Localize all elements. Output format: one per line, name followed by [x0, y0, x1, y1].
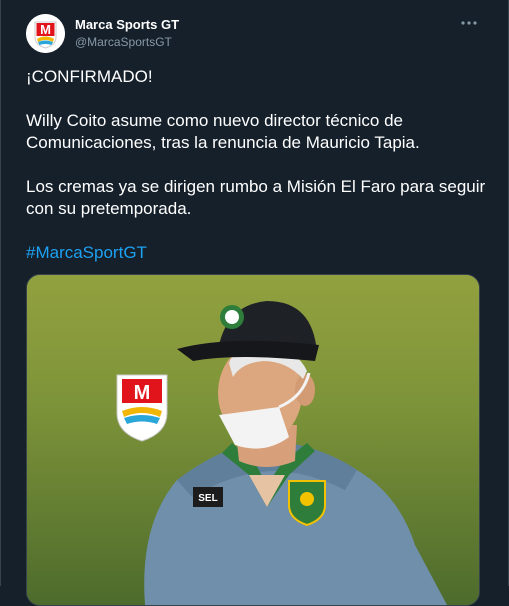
tweet-paragraph-1: ¡CONFIRMADO! [26, 67, 153, 86]
more-options-button[interactable] [458, 14, 480, 36]
author-display-name[interactable]: Marca Sports GT [75, 17, 179, 33]
avatar[interactable]: M [26, 14, 65, 53]
tweet-text: ¡CONFIRMADO! Willy Coito asume como nuev… [26, 66, 486, 264]
hashtag-link[interactable]: #MarcaSportGT [26, 243, 147, 262]
tweet-media-photo[interactable]: M SEL [26, 274, 480, 606]
author-handle[interactable]: @MarcaSportsGT [75, 34, 179, 50]
marca-logo-icon: M [26, 14, 65, 53]
author-names: Marca Sports GT @MarcaSportsGT [75, 17, 179, 50]
more-horizontal-icon [461, 21, 477, 25]
club-badge-icon [288, 480, 326, 527]
coach-photo: M SEL [27, 275, 479, 605]
svg-text:M: M [134, 382, 151, 404]
svg-text:M: M [40, 22, 51, 37]
svg-text:SEL: SEL [198, 493, 217, 504]
shirt-brand-logo: SEL [193, 487, 223, 507]
tweet-paragraph-3: Los cremas ya se dirigen rumbo a Misión … [26, 177, 486, 218]
marca-watermark-icon: M [116, 374, 168, 442]
tweet-header: M Marca Sports GT @MarcaSportsGT [26, 14, 486, 54]
tweet-paragraph-2: Willy Coito asume como nuevo director té… [26, 111, 420, 152]
